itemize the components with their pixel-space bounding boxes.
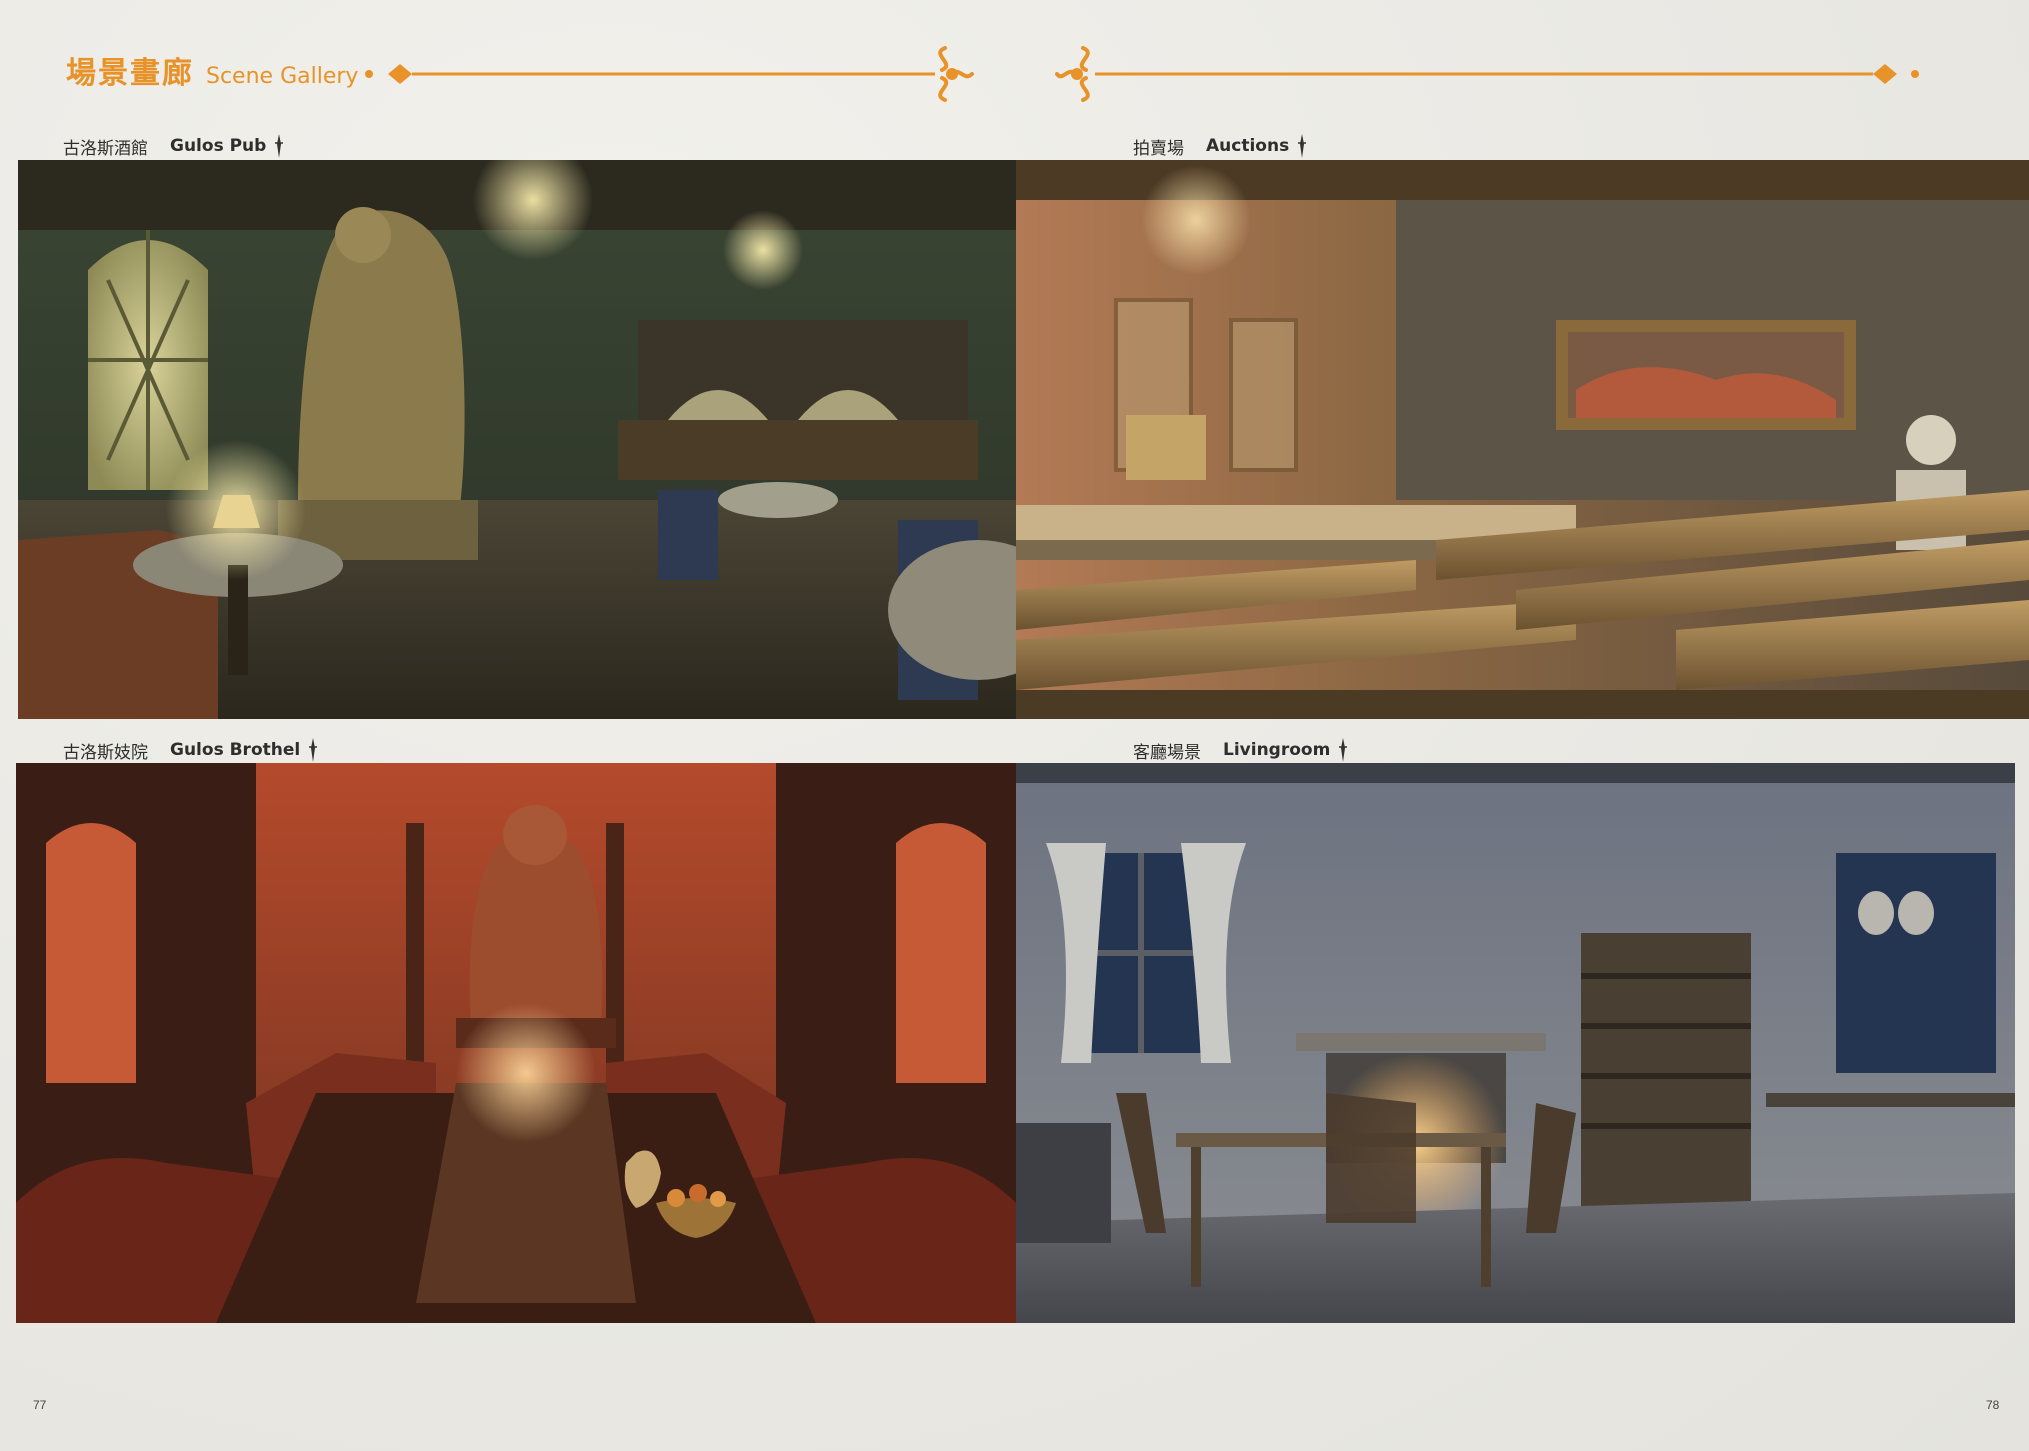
dagger-marker-icon bbox=[309, 738, 318, 762]
scene-image-gulos-brothel bbox=[16, 763, 1016, 1323]
scene-label-en: Livingroom bbox=[1223, 740, 1331, 760]
dagger-marker-icon bbox=[1339, 738, 1348, 762]
scene-label-en: Auctions bbox=[1206, 136, 1290, 156]
scene-label-gulos-brothel: 古洛斯妓院 Gulos Brothel bbox=[63, 736, 318, 764]
scene-label-livingroom: 客廳場景 Livingroom bbox=[1133, 736, 1348, 764]
scene-label-cn: 客廳場景 bbox=[1133, 742, 1201, 763]
scene-label-cn: 古洛斯妓院 bbox=[63, 742, 148, 763]
gallery-title-cn: 場景畫廊 bbox=[66, 56, 194, 91]
page-number-right: 78 bbox=[1986, 1398, 2000, 1412]
scene-label-cn: 古洛斯酒館 bbox=[63, 138, 148, 159]
scene-label-en: Gulos Pub bbox=[170, 136, 267, 156]
scene-label-cn: 拍賣場 bbox=[1133, 138, 1184, 159]
gallery-title-en: Scene Gallery bbox=[206, 64, 359, 89]
scene-label-en: Gulos Brothel bbox=[170, 740, 301, 760]
dagger-marker-icon bbox=[275, 134, 284, 158]
page-number-left: 77 bbox=[33, 1398, 47, 1412]
scene-image-livingroom bbox=[1016, 763, 2015, 1323]
right-ornament-line bbox=[1055, 46, 1919, 102]
scene-image-gulos-pub bbox=[18, 160, 1016, 719]
left-ornament-line bbox=[365, 46, 974, 102]
dagger-marker-icon bbox=[1298, 134, 1307, 158]
gallery-title: 場景畫廊 Scene Gallery bbox=[66, 48, 358, 98]
scene-label-auctions: 拍賣場 Auctions bbox=[1133, 132, 1307, 160]
scene-image-auctions bbox=[1016, 160, 2029, 719]
scene-label-gulos-pub: 古洛斯酒館 Gulos Pub bbox=[63, 132, 284, 160]
